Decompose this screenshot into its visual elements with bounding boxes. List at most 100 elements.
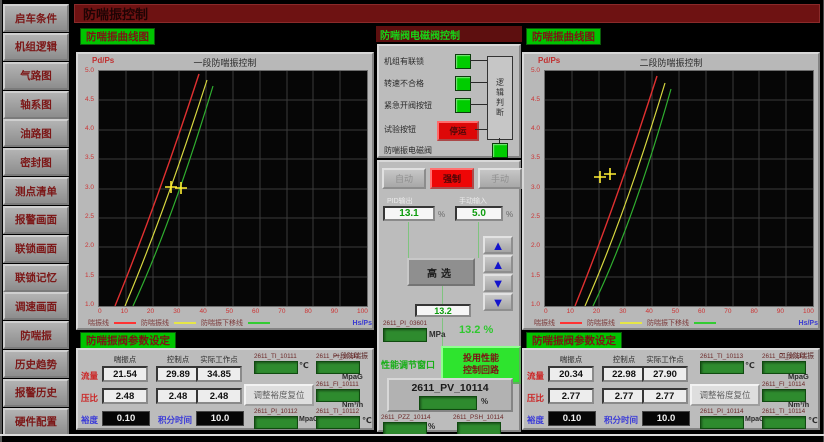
sidebar-item-hardware-config[interactable]: 硬件配置 <box>3 408 69 436</box>
x-tick: 30 <box>619 308 626 315</box>
arrow-down-icon[interactable]: ▼ <box>483 293 513 311</box>
force-mode-button[interactable]: 强制 <box>430 168 474 189</box>
ratio-control-value: 2.48 <box>156 388 200 404</box>
y-tick: 2.0 <box>78 243 94 250</box>
x-tick: 60 <box>698 308 705 315</box>
solenoid-title: 防喘阀电磁阀控制 <box>376 27 460 42</box>
page-title-bar: 防喘振控制 <box>74 4 820 23</box>
margin-reset-button[interactable]: 调整裕度复位 <box>244 384 314 406</box>
pressure-tag-readout <box>383 328 427 342</box>
y-tick: 3.5 <box>524 155 540 162</box>
margin-value[interactable]: 0.10 <box>102 411 150 426</box>
surge-solenoid-label: 防喘振电磁阀 <box>384 145 432 156</box>
test-button[interactable]: 停运 <box>437 121 479 141</box>
y-tick: 1.5 <box>524 273 540 280</box>
ratio-surge-value: 2.48 <box>102 388 148 404</box>
page-title: 防喘振控制 <box>83 4 148 23</box>
hmi-screen: 启车条件 机组逻辑 气路图 轴系图 油路图 密封图 测点清单 报警画面 联锁画面… <box>0 0 824 442</box>
integral-time-value[interactable]: 10.0 <box>196 411 244 426</box>
y-tick: 3.0 <box>78 185 94 192</box>
surge-chart-panel-1: Pd/Ps 一段防喘振控制 5.0 4.5 4.0 3.5 3.0 2.5 2.… <box>76 52 374 330</box>
arrow-up-icon[interactable]: ▲ <box>483 255 513 273</box>
col-header-working-point: 实际工作点 <box>637 354 693 365</box>
integral-time-value[interactable]: 10.0 <box>642 411 690 426</box>
surge-line <box>575 76 657 306</box>
speed-fail-label: 转速不合格 <box>384 78 424 89</box>
surge-line <box>115 74 199 306</box>
x-tick: 90 <box>331 308 338 315</box>
sidebar-item-unit-logic[interactable]: 机组逻辑 <box>3 33 69 61</box>
pv-tag-readout <box>419 396 477 410</box>
x-tick: 0 <box>544 308 548 315</box>
y-tick: 4.5 <box>524 97 540 104</box>
tag-name: 2611_FI_10114 <box>762 381 805 388</box>
ratio-surge-value: 2.77 <box>548 388 594 404</box>
high-select-button[interactable]: 高选 <box>407 258 475 286</box>
sidebar-item-shaft-diagram[interactable]: 轴系图 <box>3 91 69 119</box>
chart-title: 二段防喘振控制 <box>524 56 818 69</box>
pid-output-value[interactable]: 13.1 <box>383 206 435 221</box>
surge-curve-button-2[interactable]: 防喘振曲线图 <box>526 28 601 45</box>
manual-input-value[interactable]: 5.0 <box>455 206 503 221</box>
valve-output-value[interactable]: 13.2 <box>415 304 471 317</box>
surge-chart-panel-2: Pd/Ps 二段防喘振控制 5.0 4.5 4.0 3.5 3.0 2.5 2.… <box>522 52 820 330</box>
sidebar-item-oil-diagram[interactable]: 油路图 <box>3 119 69 147</box>
arrow-up-icon[interactable]: ▲ <box>483 236 513 254</box>
surge-curve-button-1[interactable]: 防喘振曲线图 <box>80 28 155 45</box>
sidebar-item-gas-diagram[interactable]: 气路图 <box>3 62 69 90</box>
sidebar-item-history-trend[interactable]: 历史趋势 <box>3 350 69 378</box>
psh-tag-name: 2611_PSH_10114 <box>453 414 504 421</box>
y-tick: 3.5 <box>78 155 94 162</box>
param-section-button-1[interactable]: 防喘振阀参数设定 <box>80 332 176 349</box>
tag-name: 2611_PI_10112 <box>254 408 298 415</box>
tag-name: 2611_FI_10111 <box>316 381 359 388</box>
legend-line-yellow <box>174 322 196 324</box>
x-axis-ticks: 0 10 20 30 40 50 60 70 80 90 100 <box>98 308 368 315</box>
arrow-down-icon[interactable]: ▼ <box>483 274 513 292</box>
legend-line-yellow <box>620 322 642 324</box>
margin-value[interactable]: 0.10 <box>548 411 596 426</box>
legend-label: 防喘振下移线 <box>201 318 243 328</box>
ratio-row-label: 压比 <box>81 392 98 404</box>
operating-point-marker <box>594 168 616 183</box>
performance-window-link[interactable]: 性能调节窗口 <box>381 358 435 371</box>
pv-tag-unit: % <box>481 397 488 406</box>
flow-row-label: 流量 <box>81 370 98 382</box>
manual-input-unit: % <box>506 210 513 219</box>
x-tick: 0 <box>98 308 102 315</box>
flow-working-value: 34.85 <box>196 366 242 382</box>
x-tick: 100 <box>357 308 368 315</box>
pressure-tag-name: 2611_PI_03601 <box>383 320 427 327</box>
manual-mode-button[interactable]: 手动 <box>478 168 522 189</box>
signal-line <box>408 222 409 258</box>
speed-fail-indicator <box>455 76 471 91</box>
sidebar-item-anti-surge[interactable]: 防喘振 <box>3 321 69 349</box>
legend-label: 喘振线 <box>88 318 109 328</box>
sidebar-item-alarm-screen[interactable]: 报警画面 <box>3 206 69 234</box>
param-section-button-2[interactable]: 防喘振阀参数设定 <box>526 332 622 349</box>
sidebar-item-seal-diagram[interactable]: 密封图 <box>3 148 69 176</box>
sidebar-item-interlock-memory[interactable]: 联锁记忆 <box>3 264 69 292</box>
y-tick: 2.0 <box>524 243 540 250</box>
solenoid-panel: 机组有联锁 转速不合格 紧急开阀按钮 试验按钮 停运 逻辑判断 防喘振电磁阀 <box>377 44 521 158</box>
tag-readout <box>316 416 360 429</box>
sidebar-item-point-list[interactable]: 测点清单 <box>3 177 69 205</box>
auto-mode-button[interactable]: 自动 <box>382 168 426 189</box>
sidebar-item-speed-screen[interactable]: 调速画面 <box>3 292 69 320</box>
legend-label: 防喘振线 <box>587 318 615 328</box>
param-panel-1: 一段防喘振 喘振点 控制点 实际工作点 流量 21.54 29.89 34.85… <box>76 348 374 430</box>
connector-line <box>470 82 487 83</box>
logic-judge-label: 逻辑判断 <box>495 78 506 118</box>
ratio-row-label: 压比 <box>527 392 544 404</box>
margin-reset-button[interactable]: 调整裕度复位 <box>690 384 760 406</box>
x-tick: 50 <box>672 308 679 315</box>
x-tick: 70 <box>724 308 731 315</box>
valve-control-panel: 自动 强制 手动 PID输出 手动输入 13.1 % 5.0 % 高选 ▲ ▲ … <box>377 160 521 432</box>
sidebar-item-start-conditions[interactable]: 启车条件 <box>3 4 69 32</box>
tag-unit: ℃ <box>362 416 372 425</box>
surge-solenoid-indicator <box>492 143 508 158</box>
flow-working-value: 27.90 <box>642 366 688 382</box>
sidebar-item-alarm-history[interactable]: 报警历史 <box>3 379 69 407</box>
tag-unit: MpaG <box>342 372 363 381</box>
sidebar-item-interlock-screen[interactable]: 联锁画面 <box>3 235 69 263</box>
